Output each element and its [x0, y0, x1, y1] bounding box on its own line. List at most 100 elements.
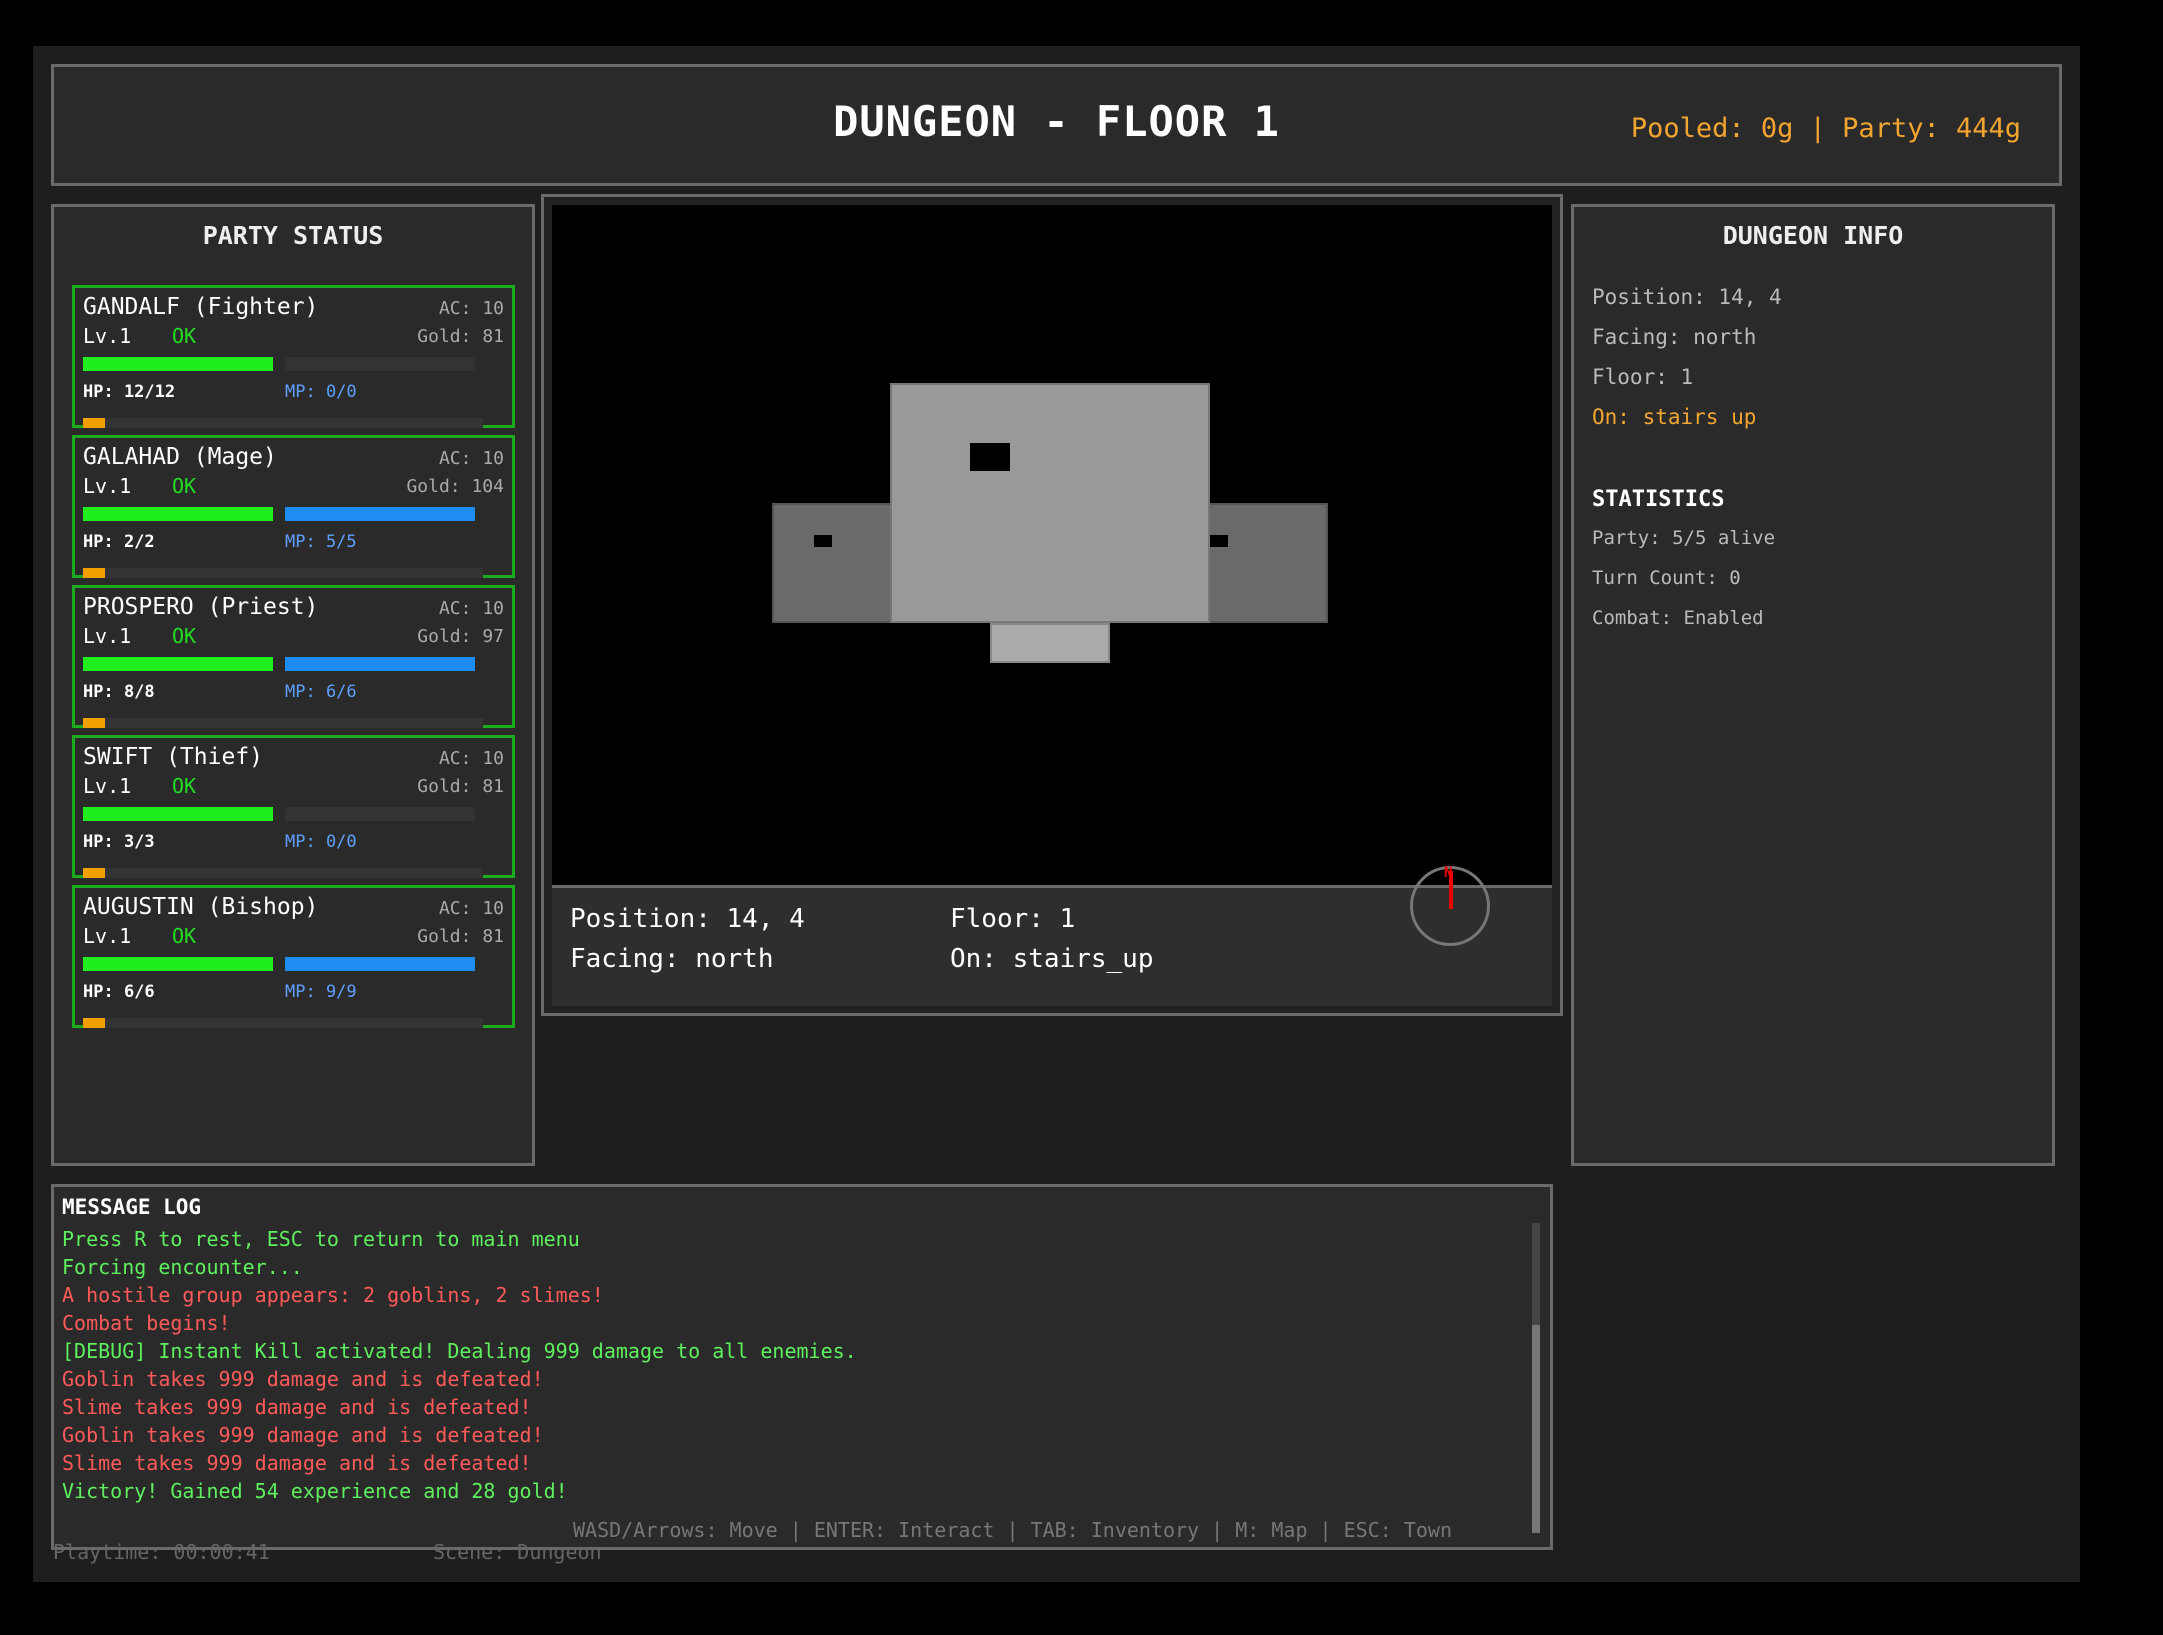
hp-bar-fill — [83, 807, 273, 821]
position-readout: Position: 14, 4 — [570, 904, 805, 934]
member-name: GALAHAD (Mage) — [83, 444, 277, 470]
wall-window — [814, 535, 832, 547]
member-ac: AC: 10 — [438, 448, 504, 469]
xp-bar — [83, 1018, 483, 1028]
right-wall — [1208, 503, 1328, 623]
dungeon-info-title: DUNGEON INFO — [1722, 221, 1904, 250]
game-window: DUNGEON - FLOOR 1 Pooled: 0g | Party: 44… — [33, 46, 2080, 1582]
hp-bar — [83, 357, 273, 371]
member-ac: AC: 10 — [438, 748, 504, 769]
member-mp: MP: 0/0 — [285, 832, 357, 852]
member-status: OK — [172, 924, 197, 948]
xp-bar-fill — [83, 718, 105, 728]
info-tile: On: stairs up — [1592, 405, 1757, 429]
mp-bar-fill — [285, 507, 475, 521]
member-mp: MP: 6/6 — [285, 682, 357, 702]
hp-bar-fill — [83, 957, 273, 971]
party-member-card[interactable]: GANDALF (Fighter) AC: 10 Lv.1 OK Gold: 8… — [72, 285, 515, 428]
member-hp: HP: 12/12 — [83, 382, 176, 402]
xp-bar — [83, 568, 483, 578]
member-gold: Gold: 97 — [417, 626, 504, 647]
log-message: [DEBUG] Instant Kill activated! Dealing … — [62, 1339, 857, 1363]
view-info-bar: Position: 14, 4 Facing: north Floor: 1 O… — [552, 865, 1552, 1006]
member-level: Lv.1 — [83, 624, 132, 648]
xp-bar — [83, 718, 483, 728]
member-level: Lv.1 — [83, 324, 132, 348]
party-member-card[interactable]: AUGUSTIN (Bishop) AC: 10 Lv.1 OK Gold: 8… — [72, 885, 515, 1028]
mp-bar — [285, 807, 475, 821]
wall-window — [1210, 535, 1228, 547]
floor-readout: Floor: 1 — [950, 904, 1076, 934]
log-message: Slime takes 999 damage and is defeated! — [62, 1451, 532, 1475]
member-status: OK — [172, 774, 197, 798]
compass-north-label: N — [1444, 865, 1453, 881]
mp-bar — [285, 657, 475, 671]
mp-bar — [285, 957, 475, 971]
stat-turn-count: Turn Count: 0 — [1592, 567, 1741, 589]
member-ac: AC: 10 — [438, 298, 504, 319]
hp-bar — [83, 507, 273, 521]
log-message: Victory! Gained 54 experience and 28 gol… — [62, 1479, 568, 1503]
log-message: Forcing encounter... — [62, 1255, 303, 1279]
member-level: Lv.1 — [83, 924, 132, 948]
message-log-panel: MESSAGE LOG Press R to rest, ESC to retu… — [51, 1184, 1553, 1550]
log-scrollbar[interactable] — [1532, 1223, 1540, 1533]
xp-bar — [83, 418, 483, 428]
log-message: Goblin takes 999 damage and is defeated! — [62, 1367, 544, 1391]
party-member-card[interactable]: GALAHAD (Mage) AC: 10 Lv.1 OK Gold: 104 … — [72, 435, 515, 578]
xp-bar-fill — [83, 568, 105, 578]
member-ac: AC: 10 — [438, 598, 504, 619]
member-mp: MP: 0/0 — [285, 382, 357, 402]
member-gold: Gold: 104 — [406, 476, 504, 497]
member-hp: HP: 3/3 — [83, 832, 155, 852]
hp-bar — [83, 957, 273, 971]
member-level: Lv.1 — [83, 474, 132, 498]
hp-bar — [83, 807, 273, 821]
party-member-card[interactable]: SWIFT (Thief) AC: 10 Lv.1 OK Gold: 81 HP… — [72, 735, 515, 878]
front-wall — [890, 383, 1210, 623]
party-status-panel: PARTY STATUS GANDALF (Fighter) AC: 10 Lv… — [51, 204, 535, 1166]
member-gold: Gold: 81 — [417, 776, 504, 797]
log-message: Slime takes 999 damage and is defeated! — [62, 1395, 532, 1419]
member-hp: HP: 6/6 — [83, 982, 155, 1002]
scene-readout: Scene: Dungeon — [433, 1540, 602, 1564]
log-message: Combat begins! — [62, 1311, 231, 1335]
member-gold: Gold: 81 — [417, 926, 504, 947]
member-ac: AC: 10 — [438, 898, 504, 919]
member-mp: MP: 9/9 — [285, 982, 357, 1002]
hp-bar-fill — [83, 507, 273, 521]
party-status-title: PARTY STATUS — [202, 221, 384, 250]
gold-summary: Pooled: 0g | Party: 444g — [1630, 113, 2021, 144]
dungeon-view-panel: Position: 14, 4 Facing: north Floor: 1 O… — [541, 194, 1563, 1016]
xp-bar-fill — [83, 1018, 105, 1028]
member-name: GANDALF (Fighter) — [83, 294, 319, 320]
log-scrollbar-thumb[interactable] — [1532, 1325, 1540, 1533]
first-person-view[interactable] — [552, 205, 1552, 885]
tile-readout: On: stairs_up — [950, 944, 1154, 974]
left-wall — [772, 503, 892, 623]
mp-bar — [285, 507, 475, 521]
member-status: OK — [172, 324, 197, 348]
xp-bar — [83, 868, 483, 878]
member-hp: HP: 8/8 — [83, 682, 155, 702]
dungeon-info-panel: DUNGEON INFO Position: 14, 4 Facing: nor… — [1571, 204, 2055, 1166]
message-list: Press R to rest, ESC to return to main m… — [62, 1225, 857, 1505]
member-gold: Gold: 81 — [417, 326, 504, 347]
member-hp: HP: 2/2 — [83, 532, 155, 552]
log-message: Goblin takes 999 damage and is defeated! — [62, 1423, 544, 1447]
controls-hint: WASD/Arrows: Move | ENTER: Interact | TA… — [573, 1518, 1452, 1542]
member-level: Lv.1 — [83, 774, 132, 798]
member-name: PROSPERO (Priest) — [83, 594, 319, 620]
compass: N — [1410, 865, 1490, 946]
hp-bar-fill — [83, 357, 273, 371]
hp-bar-fill — [83, 657, 273, 671]
stat-combat: Combat: Enabled — [1592, 607, 1764, 629]
log-message: Press R to rest, ESC to return to main m… — [62, 1227, 580, 1251]
xp-bar-fill — [83, 868, 105, 878]
member-status: OK — [172, 624, 197, 648]
info-position: Position: 14, 4 — [1592, 285, 1782, 309]
info-floor: Floor: 1 — [1592, 365, 1694, 389]
message-log-title: MESSAGE LOG — [62, 1195, 202, 1219]
wall-window — [970, 443, 1010, 471]
party-member-card[interactable]: PROSPERO (Priest) AC: 10 Lv.1 OK Gold: 9… — [72, 585, 515, 728]
